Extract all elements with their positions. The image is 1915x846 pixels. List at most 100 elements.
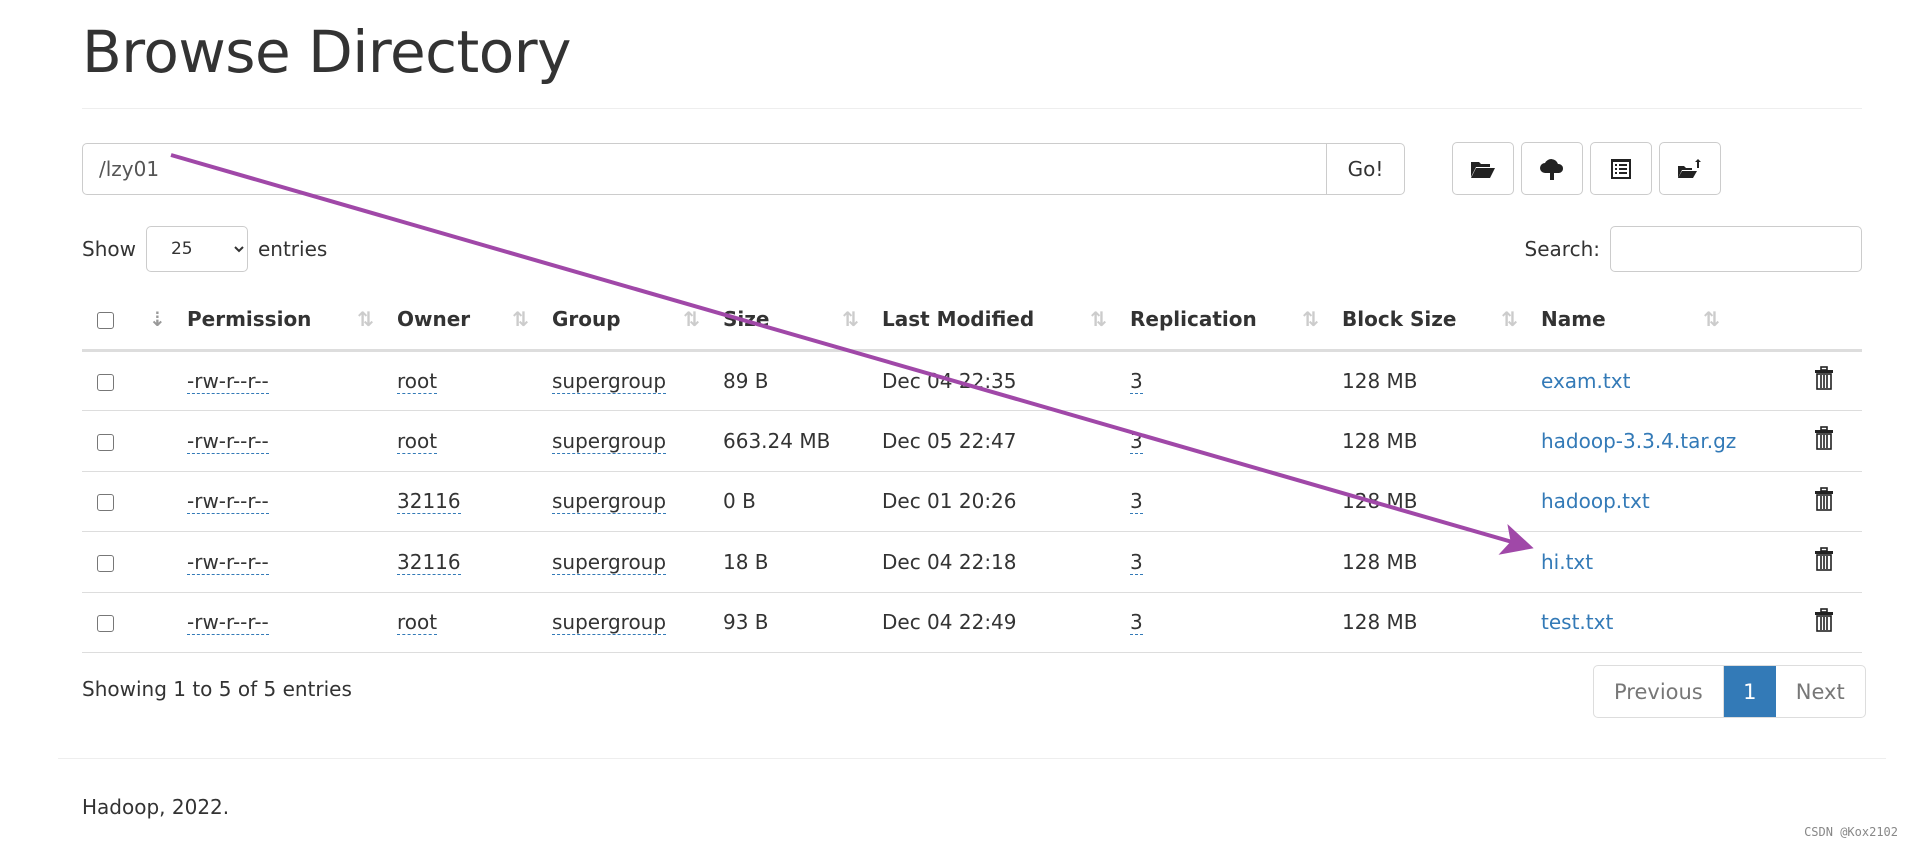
sort-amount-icon: ⇣	[149, 307, 166, 332]
file-link[interactable]: hi.txt	[1541, 550, 1593, 574]
footer-text: Hadoop, 2022.	[82, 795, 230, 819]
sort-icon: ⇅	[683, 307, 700, 331]
cloud-upload-icon	[1540, 158, 1564, 180]
next-button[interactable]: Next	[1776, 666, 1865, 717]
trash-icon	[1814, 607, 1834, 637]
table-row: -rw-r--r-- root supergroup 89 B Dec 04 2…	[82, 350, 1862, 411]
group-cell[interactable]: supergroup	[543, 592, 714, 653]
page-length-control: Show 25 entries	[82, 226, 327, 272]
row-checkbox[interactable]	[97, 494, 114, 512]
entries-select[interactable]: 25	[145, 226, 248, 272]
block-size-cell: 128 MB	[1333, 531, 1532, 593]
path-input[interactable]	[82, 143, 1327, 195]
page-1-button[interactable]: 1	[1723, 666, 1776, 717]
modified-cell: Dec 04 22:35	[873, 350, 1121, 411]
trash-icon	[1814, 547, 1834, 576]
owner-cell[interactable]: 32116	[388, 471, 543, 532]
owner-cell[interactable]: root	[388, 350, 543, 411]
sort-icon: ⇅	[1501, 307, 1518, 331]
trash-icon	[1814, 366, 1834, 395]
size-cell: 18 B	[714, 531, 873, 593]
create-directory-button[interactable]	[1452, 142, 1514, 195]
sort-icon: ⇅	[1703, 307, 1720, 331]
file-table: ⇣ Permission ⇅ Owner ⇅ Group ⇅ Size ⇅ Last M…	[82, 290, 1862, 653]
group-cell[interactable]: supergroup	[543, 350, 714, 411]
search-input[interactable]	[1610, 226, 1862, 272]
select-all-cell	[82, 290, 140, 352]
sort-icon: ⇅	[1302, 307, 1319, 331]
column-header[interactable]: Permission ⇅	[178, 290, 388, 352]
divider	[82, 108, 1862, 109]
group-cell[interactable]: supergroup	[543, 410, 714, 472]
search-control: Search:	[1525, 226, 1862, 272]
permission-cell[interactable]: -rw-r--r--	[178, 531, 388, 593]
sort-icon: ⇅	[842, 307, 859, 331]
file-link[interactable]: hadoop.txt	[1541, 489, 1650, 513]
replication-cell[interactable]: 3	[1121, 531, 1333, 593]
upload-button[interactable]	[1521, 142, 1583, 195]
modified-cell: Dec 05 22:47	[873, 410, 1121, 472]
column-header[interactable]: Last Modified ⇅	[873, 290, 1121, 352]
block-size-cell: 128 MB	[1333, 592, 1532, 653]
move-button[interactable]	[1659, 142, 1721, 195]
permission-cell[interactable]: -rw-r--r--	[178, 350, 388, 411]
modified-cell: Dec 04 22:18	[873, 531, 1121, 593]
replication-cell[interactable]: 3	[1121, 410, 1333, 472]
page-title: Browse Directory	[82, 18, 571, 86]
cut-paste-button[interactable]	[1590, 142, 1652, 195]
name-cell: test.txt	[1532, 592, 1790, 653]
replication-cell[interactable]: 3	[1121, 592, 1333, 653]
name-cell: hadoop.txt	[1532, 471, 1790, 532]
column-header[interactable]: Replication ⇅	[1121, 290, 1333, 352]
permission-cell[interactable]: -rw-r--r--	[178, 410, 388, 472]
row-checkbox[interactable]	[97, 373, 114, 391]
modified-cell: Dec 04 22:49	[873, 592, 1121, 653]
replication-cell[interactable]: 3	[1121, 471, 1333, 532]
table-header: ⇣ Permission ⇅ Owner ⇅ Group ⇅ Size ⇅ Last M…	[82, 290, 1862, 352]
previous-button[interactable]: Previous	[1594, 666, 1724, 717]
column-header[interactable]: Owner ⇅	[388, 290, 543, 352]
delete-button[interactable]	[1814, 426, 1834, 455]
table-row: -rw-r--r-- root supergroup 663.24 MB Dec…	[82, 410, 1862, 472]
size-cell: 93 B	[714, 592, 873, 653]
sort-icon: ⇅	[512, 307, 529, 331]
sort-icon: ⇅	[357, 307, 374, 331]
delete-button[interactable]	[1814, 547, 1834, 576]
select-all-checkbox[interactable]	[97, 312, 114, 330]
row-checkbox[interactable]	[97, 615, 114, 633]
show-label: Show	[82, 237, 136, 261]
owner-cell[interactable]: root	[388, 592, 543, 653]
trash-icon	[1814, 486, 1834, 516]
delete-button[interactable]	[1814, 486, 1834, 516]
file-link[interactable]: exam.txt	[1541, 369, 1630, 393]
column-header[interactable]: Size ⇅	[714, 290, 873, 352]
sort-icon: ⇅	[1090, 307, 1107, 331]
table-info: Showing 1 to 5 of 5 entries	[82, 677, 352, 701]
column-header[interactable]: Name ⇅	[1532, 290, 1790, 352]
owner-cell[interactable]: 32116	[388, 531, 543, 593]
row-checkbox[interactable]	[97, 554, 114, 572]
permission-cell[interactable]: -rw-r--r--	[178, 592, 388, 653]
file-link[interactable]: hadoop-3.3.4.tar.gz	[1541, 429, 1736, 453]
delete-button[interactable]	[1814, 607, 1834, 637]
file-link[interactable]: test.txt	[1541, 610, 1613, 634]
column-header[interactable]: Group ⇅	[543, 290, 714, 352]
owner-cell[interactable]: root	[388, 410, 543, 472]
permission-cell[interactable]: -rw-r--r--	[178, 471, 388, 532]
name-cell: hadoop-3.3.4.tar.gz	[1532, 410, 1790, 472]
go-button[interactable]: Go!	[1327, 143, 1405, 195]
row-checkbox[interactable]	[97, 433, 114, 451]
column-header[interactable]: Block Size ⇅	[1333, 290, 1532, 352]
table-row: -rw-r--r-- root supergroup 93 B Dec 04 2…	[82, 592, 1862, 653]
name-cell: hi.txt	[1532, 531, 1790, 593]
path-bar: Go!	[82, 143, 1405, 195]
folder-open-icon	[1471, 161, 1495, 178]
block-size-cell: 128 MB	[1333, 410, 1532, 472]
group-cell[interactable]: supergroup	[543, 471, 714, 532]
replication-cell[interactable]: 3	[1121, 350, 1333, 411]
delete-button[interactable]	[1814, 366, 1834, 395]
size-cell: 663.24 MB	[714, 410, 873, 472]
sort-column[interactable]: ⇣	[140, 290, 178, 352]
group-cell[interactable]: supergroup	[543, 531, 714, 593]
pagination: Previous 1 Next	[1593, 665, 1866, 718]
